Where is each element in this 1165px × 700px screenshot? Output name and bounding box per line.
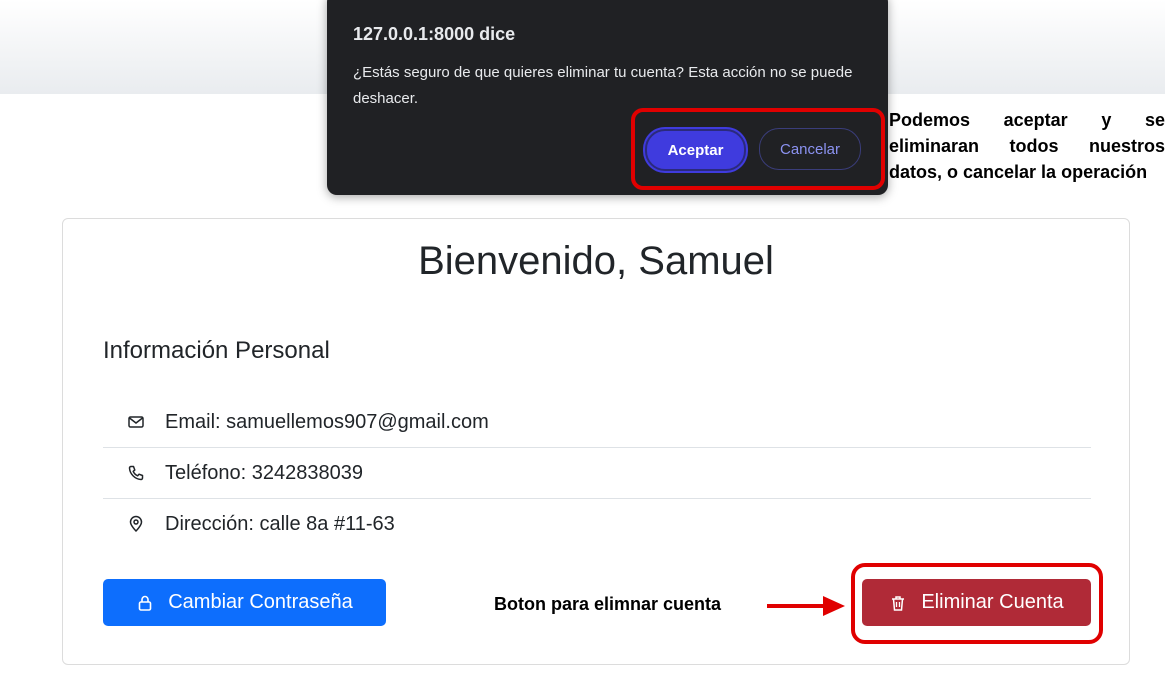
dialog-message: ¿Estás seguro de que quieres eliminar tu… [353, 64, 853, 107]
delete-annotation-text: Boton para elimnar cuenta [494, 594, 722, 614]
dialog-buttons-highlight [631, 108, 885, 190]
envelope-icon [127, 413, 145, 431]
delete-button-highlight [851, 563, 1103, 644]
address-text: Dirección: calle 8a #11-63 [165, 512, 395, 535]
phone-icon [127, 464, 145, 482]
section-title: Información Personal [103, 337, 330, 364]
arrow-right-icon [767, 596, 845, 616]
phone-text: Teléfono: 3242838039 [165, 461, 363, 484]
page-title: Bienvenido, Samuel [418, 239, 774, 283]
list-item-address: Dirección: calle 8a #11-63 [103, 499, 1091, 549]
list-item-email: Email: samuellemos907@gmail.com [103, 397, 1091, 448]
dialog-annotation-text: Podemos aceptar y se eliminaran todos nu… [889, 110, 1165, 182]
change-password-button[interactable]: Cambiar Contraseña [103, 579, 386, 626]
email-text: Email: samuellemos907@gmail.com [165, 410, 489, 433]
personal-info-list: Email: samuellemos907@gmail.com Teléfono… [103, 397, 1091, 549]
dialog-title: 127.0.0.1:8000 dice [353, 24, 516, 44]
list-item-phone: Teléfono: 3242838039 [103, 448, 1091, 499]
lock-icon [136, 594, 154, 612]
change-password-label: Cambiar Contraseña [168, 591, 353, 613]
location-pin-icon [127, 515, 145, 533]
